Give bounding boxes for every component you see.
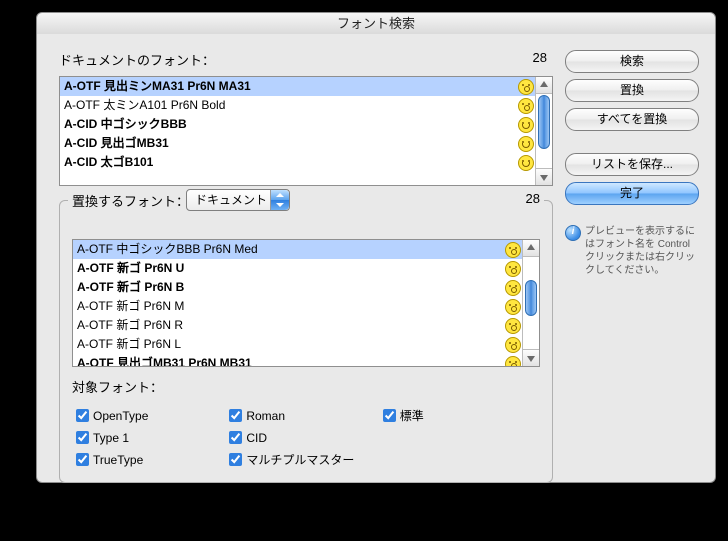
list-item[interactable]: A-CID 中ゴシックBBB [60, 115, 536, 134]
list-item[interactable]: A-OTF 新ゴ Pr6N B [73, 278, 523, 297]
list-item[interactable]: A-OTF 見出ゴMB31 Pr6N MB31 [73, 354, 523, 367]
info-icon [565, 225, 581, 241]
list-item[interactable]: A-OTF 新ゴ Pr6N R [73, 316, 523, 335]
updown-icon [270, 190, 289, 210]
face-smile-icon [518, 155, 534, 171]
font-name: A-CID 太ゴB101 [64, 155, 153, 169]
font-name: A-OTF 新ゴ Pr6N L [77, 337, 181, 351]
replace-button[interactable]: 置換 [565, 79, 699, 102]
font-name: A-OTF 新ゴ Pr6N B [77, 280, 184, 294]
checkbox-truetype[interactable]: TrueType [72, 448, 222, 467]
face-surprised-icon [505, 280, 521, 296]
replace-font-count: 28 [526, 191, 540, 206]
list-item[interactable]: A-OTF 新ゴ Pr6N L [73, 335, 523, 354]
info-text: プレビューを表示するにはフォント名を Control クリックまたは右クリックし… [565, 225, 699, 277]
title-bar: フォント検索 [36, 12, 716, 36]
face-surprised-icon [518, 98, 534, 114]
face-surprised-icon [505, 299, 521, 315]
font-name: A-OTF 見出ゴMB31 Pr6N MB31 [77, 356, 252, 367]
checkbox-cid[interactable]: CID [225, 426, 375, 445]
checkbox-std[interactable]: 標準 [379, 404, 529, 424]
list-item[interactable]: A-CID 見出ゴMB31 [60, 134, 536, 153]
font-name: A-OTF 新ゴ Pr6N U [77, 261, 184, 275]
face-surprised-icon [505, 261, 521, 277]
scroll-thumb[interactable] [538, 95, 550, 149]
scroll-up-button[interactable] [523, 240, 539, 257]
checkbox-roman[interactable]: Roman [225, 404, 375, 423]
replace-fieldset: 置換するフォント： ドキュメント 28 A-OTF 中ゴシックBBB Pr6N … [59, 200, 553, 483]
checkbox-type1[interactable]: Type 1 [72, 426, 222, 445]
replace-font-label: 置換するフォント： [72, 191, 189, 210]
font-name: A-OTF 新ゴ Pr6N R [77, 318, 183, 332]
font-name: A-OTF 新ゴ Pr6N M [77, 299, 184, 313]
done-button[interactable]: 完了 [565, 182, 699, 205]
scrollbar[interactable] [522, 240, 539, 366]
face-surprised-icon [518, 79, 534, 95]
replace-scope-select[interactable]: ドキュメント [186, 189, 290, 211]
checkbox-mm[interactable]: マルチプルマスター [225, 448, 375, 468]
font-name: A-OTF 見出ミンMA31 Pr6N MA31 [64, 79, 251, 93]
face-surprised-icon [505, 318, 521, 334]
replace-scope-value: ドキュメント [195, 193, 267, 207]
checkbox-opentype[interactable]: OpenType [72, 404, 222, 423]
scroll-down-button[interactable] [523, 349, 539, 366]
list-item[interactable]: A-OTF 新ゴ Pr6N M [73, 297, 523, 316]
list-item[interactable]: A-OTF 見出ミンMA31 Pr6N MA31 [60, 77, 536, 96]
list-item[interactable]: A-CID 太ゴB101 [60, 153, 536, 172]
face-surprised-icon [505, 242, 521, 258]
font-name: A-OTF 中ゴシックBBB Pr6N Med [77, 242, 258, 256]
face-smile-icon [518, 117, 534, 133]
target-fonts-label: 対象フォント： [72, 377, 540, 396]
save-list-button[interactable]: リストを保存... [565, 153, 699, 176]
dialog-body: ドキュメントのフォント： 28 A-OTF 見出ミンMA31 Pr6N MA31… [36, 34, 716, 483]
face-surprised-icon [505, 337, 521, 353]
font-name: A-OTF 太ミンA101 Pr6N Bold [64, 98, 225, 112]
list-item[interactable]: A-OTF 新ゴ Pr6N U [73, 259, 523, 278]
document-fonts-list[interactable]: A-OTF 見出ミンMA31 Pr6N MA31 A-OTF 太ミンA101 Pr… [59, 76, 553, 186]
face-surprised-icon [505, 356, 521, 367]
replace-fonts-list[interactable]: A-OTF 中ゴシックBBB Pr6N Med A-OTF 新ゴ Pr6N U A-… [72, 239, 540, 367]
list-item[interactable]: A-OTF 中ゴシックBBB Pr6N Med [73, 240, 523, 259]
list-item[interactable]: A-OTF 太ミンA101 Pr6N Bold [60, 96, 536, 115]
document-fonts-label: ドキュメントのフォント： [59, 53, 215, 68]
find-button[interactable]: 検索 [565, 50, 699, 73]
scroll-down-button[interactable] [536, 168, 552, 185]
face-smile-icon [518, 136, 534, 152]
font-name: A-CID 見出ゴMB31 [64, 136, 169, 150]
scroll-up-button[interactable] [536, 77, 552, 94]
scrollbar[interactable] [535, 77, 552, 185]
font-name: A-CID 中ゴシックBBB [64, 117, 187, 131]
replace-all-button[interactable]: すべてを置換 [565, 108, 699, 131]
window-title: フォント検索 [337, 16, 415, 31]
scroll-thumb[interactable] [525, 280, 537, 316]
document-fonts-count: 28 [533, 50, 547, 65]
